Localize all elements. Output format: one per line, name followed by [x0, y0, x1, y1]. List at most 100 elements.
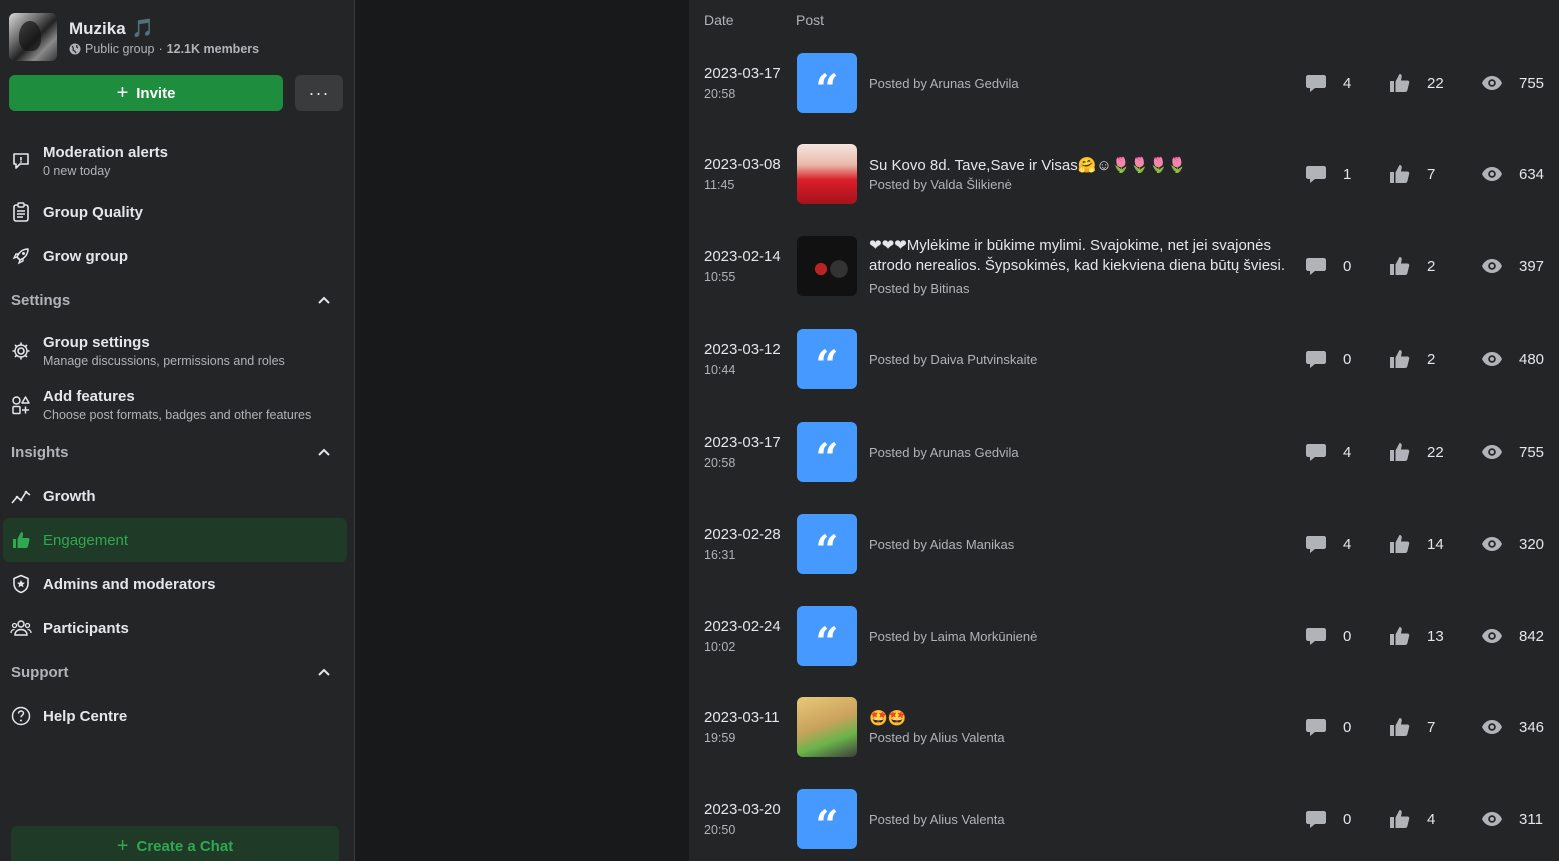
- views-stat: 346: [1481, 719, 1549, 736]
- views-stat: 755: [1481, 75, 1549, 92]
- sidebar-item-growth[interactable]: Growth: [3, 483, 347, 509]
- quote-thumbnail[interactable]: “: [797, 422, 857, 482]
- group-name-text[interactable]: Muzika: [69, 19, 126, 39]
- post-stats: 0 2 397: [1305, 254, 1549, 278]
- sidebar-item-label: Add features: [43, 388, 135, 405]
- sidebar-item-sublabel: Choose post formats, badges and other fe…: [43, 408, 312, 422]
- help-icon: [3, 706, 39, 726]
- group-header: Muzika 🎵 Public group · 12.1K members: [9, 13, 259, 61]
- table-row[interactable]: 2023-03-08 11:45 Su Kovo 8d. Tave,Save ir …: [689, 144, 1559, 204]
- post-summary[interactable]: Posted by Laima Morkūnienė: [869, 606, 1309, 666]
- views-stat: 755: [1481, 444, 1549, 461]
- eye-icon: [1481, 351, 1503, 367]
- insights-section-header[interactable]: Insights: [11, 442, 331, 462]
- post-date-time: 20:58: [704, 87, 736, 101]
- comments-stat: 0: [1305, 626, 1389, 646]
- quote-icon: “: [815, 619, 839, 666]
- post-summary[interactable]: Posted by Aidas Manikas: [869, 514, 1309, 574]
- table-row[interactable]: 2023-03-20 20:50 “ Posted by Alius Valenta 0…: [689, 789, 1559, 849]
- post-date: 2023-03-17 20:58: [704, 65, 781, 101]
- sidebar-item-label: Group settings: [43, 334, 150, 351]
- likes-count: 22: [1427, 74, 1444, 92]
- post-photo-thumbnail[interactable]: [797, 236, 857, 296]
- likes-count: 14: [1427, 535, 1444, 553]
- comments-stat: 0: [1305, 809, 1389, 829]
- quote-thumbnail[interactable]: “: [797, 53, 857, 113]
- eye-icon: [1481, 719, 1503, 735]
- quote-icon: “: [815, 527, 839, 574]
- people-icon: [3, 619, 39, 637]
- sidebar-item-moderation-alerts[interactable]: Moderation alerts 0 new today: [3, 140, 347, 182]
- post-summary[interactable]: Posted by Alius Valenta: [869, 789, 1309, 849]
- quote-thumbnail[interactable]: “: [797, 606, 857, 666]
- quote-thumbnail[interactable]: “: [797, 514, 857, 574]
- table-row[interactable]: 2023-02-28 16:31 “ Posted by Aidas Manikas 4…: [689, 514, 1559, 574]
- table-row[interactable]: 2023-03-11 19:59 🤩🤩 Posted by Alius Valenta…: [689, 697, 1559, 757]
- thumbs-up-icon: [1389, 73, 1411, 93]
- group-info: Muzika 🎵 Public group · 12.1K members: [69, 18, 259, 56]
- post-title[interactable]: 🤩🤩: [869, 709, 1309, 729]
- trend-line-icon: [3, 487, 39, 505]
- table-row[interactable]: 2023-03-17 20:58 “ Posted by Arunas Gedvila…: [689, 422, 1559, 482]
- table-row[interactable]: 2023-03-12 10:44 “ Posted by Daiva Putvinsk…: [689, 329, 1559, 389]
- more-options-button[interactable]: ···: [295, 75, 343, 111]
- post-author: Posted by Alius Valenta: [869, 812, 1005, 827]
- sidebar-item-grow-group[interactable]: Grow group: [3, 243, 347, 269]
- chevron-up-icon: [318, 448, 330, 456]
- likes-count: 2: [1427, 257, 1436, 275]
- sidebar-item-help-centre[interactable]: Help Centre: [3, 703, 347, 729]
- views-count: 320: [1519, 535, 1545, 553]
- views-count: 311: [1519, 810, 1543, 828]
- quote-icon: “: [815, 342, 839, 389]
- chevron-up-icon: [318, 296, 330, 304]
- sidebar-item-admins[interactable]: Admins and moderators: [3, 571, 347, 597]
- post-summary[interactable]: 🤩🤩 Posted by Alius Valenta: [869, 697, 1309, 757]
- thumbs-up-icon: [1389, 349, 1411, 369]
- settings-section-header[interactable]: Settings: [11, 290, 331, 310]
- quote-thumbnail[interactable]: “: [797, 329, 857, 389]
- quote-icon: “: [815, 802, 839, 849]
- post-title[interactable]: ❤❤❤Mylėkime ir būkime mylimi. Svajokime,…: [869, 236, 1309, 280]
- post-date: 2023-03-12 10:44: [704, 341, 781, 377]
- sidebar-item-add-features[interactable]: Add features Choose post formats, badges…: [3, 384, 347, 426]
- group-avatar[interactable]: [9, 13, 57, 61]
- quote-thumbnail[interactable]: “: [797, 789, 857, 849]
- post-summary[interactable]: Posted by Arunas Gedvila: [869, 422, 1309, 482]
- sidebar-item-label: Admins and moderators: [43, 575, 216, 593]
- post-title[interactable]: Su Kovo 8d. Tave,Save ir Visas🤗☺🌷🌷🌷🌷: [869, 156, 1309, 176]
- sidebar-item-group-settings[interactable]: Group settings Manage discussions, permi…: [3, 330, 347, 372]
- comments-stat: 0: [1305, 717, 1389, 737]
- thumbs-up-icon: [1389, 164, 1411, 184]
- table-row[interactable]: 2023-02-24 10:02 “ Posted by Laima Morkūnie…: [689, 606, 1559, 666]
- post-summary[interactable]: Posted by Arunas Gedvila: [869, 53, 1309, 113]
- sidebar-item-group-quality[interactable]: Group Quality: [3, 199, 347, 225]
- create-chat-button[interactable]: + Create a Chat: [11, 826, 339, 861]
- comments-count: 4: [1343, 443, 1352, 461]
- column-header-post[interactable]: Post: [796, 12, 824, 28]
- group-name[interactable]: Muzika 🎵: [69, 18, 259, 39]
- post-summary[interactable]: ❤❤❤Mylėkime ir būkime mylimi. Svajokime,…: [869, 236, 1309, 296]
- sidebar-item-engagement[interactable]: Engagement: [3, 518, 347, 562]
- post-summary[interactable]: Posted by Daiva Putvinskaite: [869, 329, 1309, 389]
- group-members[interactable]: 12.1K members: [167, 42, 259, 56]
- post-summary[interactable]: Su Kovo 8d. Tave,Save ir Visas🤗☺🌷🌷🌷🌷 Post…: [869, 144, 1309, 204]
- table-row[interactable]: 2023-03-17 20:58 “ Posted by Arunas Gedvila…: [689, 53, 1559, 113]
- column-header-date[interactable]: Date: [704, 12, 734, 28]
- table-row[interactable]: 2023-02-14 10:55 ❤❤❤Mylėkime ir būkime myl…: [689, 236, 1559, 296]
- support-section-header[interactable]: Support: [11, 662, 331, 682]
- post-photo-thumbnail[interactable]: [797, 144, 857, 204]
- post-photo-thumbnail[interactable]: [797, 697, 857, 757]
- views-stat: 320: [1481, 536, 1549, 553]
- post-stats: 1 7 634: [1305, 162, 1549, 186]
- invite-button[interactable]: + Invite: [9, 75, 283, 111]
- speech-alert-icon: [3, 151, 39, 171]
- post-date-day: 2023-03-08: [704, 156, 781, 173]
- shield-star-icon: [3, 574, 39, 594]
- comments-stat: 1: [1305, 164, 1389, 184]
- likes-count: 7: [1427, 718, 1436, 736]
- views-count: 346: [1519, 718, 1545, 736]
- sidebar-item-participants[interactable]: Participants: [3, 615, 347, 641]
- views-stat: 842: [1481, 628, 1549, 645]
- views-stat: 311: [1481, 811, 1549, 828]
- sidebar-item-label: Grow group: [43, 247, 128, 265]
